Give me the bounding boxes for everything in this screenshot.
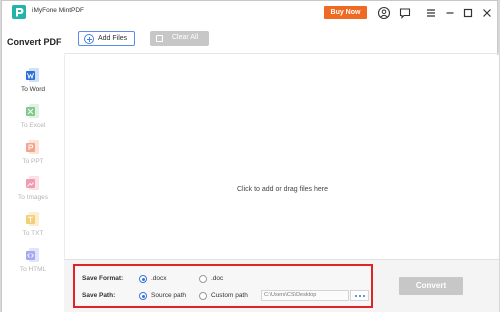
drop-hint-text: Click to add or drag files here: [236, 186, 329, 193]
sidebar-item-to-excel[interactable]: To Excel: [2, 103, 64, 137]
clear-all-button[interactable]: Clear All: [150, 31, 209, 46]
sidebar-item-to-images[interactable]: To Images: [2, 175, 64, 209]
clear-all-label: Clear All: [172, 34, 199, 41]
app-logo-icon: [12, 5, 26, 19]
more-dots-icon: [355, 295, 357, 297]
save-path-label: Save Path:: [82, 292, 116, 299]
sidebar-item-label: To TXT: [22, 230, 44, 237]
sidebar-title: Convert PDF: [7, 37, 62, 47]
format-doc-radio[interactable]: [199, 275, 207, 283]
convert-button[interactable]: Convert: [399, 277, 463, 295]
save-format-label: Save Format:: [82, 275, 124, 282]
sidebar-item-to-html[interactable]: To HTML: [2, 247, 64, 281]
format-docx-label[interactable]: .docx: [151, 275, 167, 282]
app-title: iMyFone MintPDF: [32, 7, 85, 14]
source-path-label[interactable]: Source path: [151, 292, 186, 299]
sidebar-item-to-word[interactable]: To Word: [2, 67, 64, 101]
buy-now-button[interactable]: Buy Now: [324, 6, 367, 19]
maximize-icon[interactable]: [460, 5, 476, 21]
minimize-icon[interactable]: [442, 5, 458, 21]
app-window: iMyFone MintPDF Buy Now Convert PDF To W…: [1, 0, 499, 312]
more-dots-icon: [359, 295, 361, 297]
toolbar: Add Files Clear All: [64, 25, 499, 54]
ppt-icon: [26, 140, 39, 154]
browse-button[interactable]: [350, 290, 369, 301]
sidebar: Convert PDF To Word To Excel To PPT To I…: [2, 25, 64, 312]
sidebar-item-label: To Images: [18, 194, 48, 201]
sidebar-item-label: To HTML: [19, 266, 47, 273]
sidebar-item-to-txt[interactable]: To TXT: [2, 211, 64, 245]
sidebar-item-label: To Word: [20, 86, 46, 93]
custom-path-radio[interactable]: [199, 292, 207, 300]
plus-icon: [84, 34, 94, 44]
more-dots-icon: [363, 295, 365, 297]
sidebar-item-to-ppt[interactable]: To PPT: [2, 139, 64, 173]
format-doc-label[interactable]: .doc: [211, 275, 223, 282]
format-docx-radio[interactable]: [139, 275, 147, 283]
word-icon: [26, 68, 39, 82]
sidebar-item-label: To PPT: [22, 158, 44, 165]
images-icon: [26, 176, 39, 190]
feedback-icon[interactable]: [397, 5, 413, 21]
html-icon: [26, 248, 39, 262]
account-icon[interactable]: [376, 5, 392, 21]
add-files-button[interactable]: Add Files: [78, 31, 135, 46]
source-path-radio[interactable]: [139, 292, 147, 300]
trash-icon: [156, 35, 163, 42]
custom-path-label[interactable]: Custom path: [211, 292, 248, 299]
add-files-label: Add Files: [98, 35, 128, 42]
close-icon[interactable]: [479, 5, 495, 21]
txt-icon: [26, 212, 39, 226]
file-drop-zone[interactable]: Click to add or drag files here: [64, 55, 499, 259]
bottom-bar: Save Format: .docx .doc Save Path: Sourc…: [64, 259, 499, 312]
custom-path-input[interactable]: C:\Users\CS\Desktop: [261, 290, 349, 301]
title-bar: iMyFone MintPDF Buy Now: [2, 1, 497, 25]
menu-icon[interactable]: [423, 5, 439, 21]
sidebar-item-label: To Excel: [20, 122, 46, 129]
excel-icon: [26, 104, 39, 118]
save-settings-panel: Save Format: .docx .doc Save Path: Sourc…: [73, 264, 373, 308]
